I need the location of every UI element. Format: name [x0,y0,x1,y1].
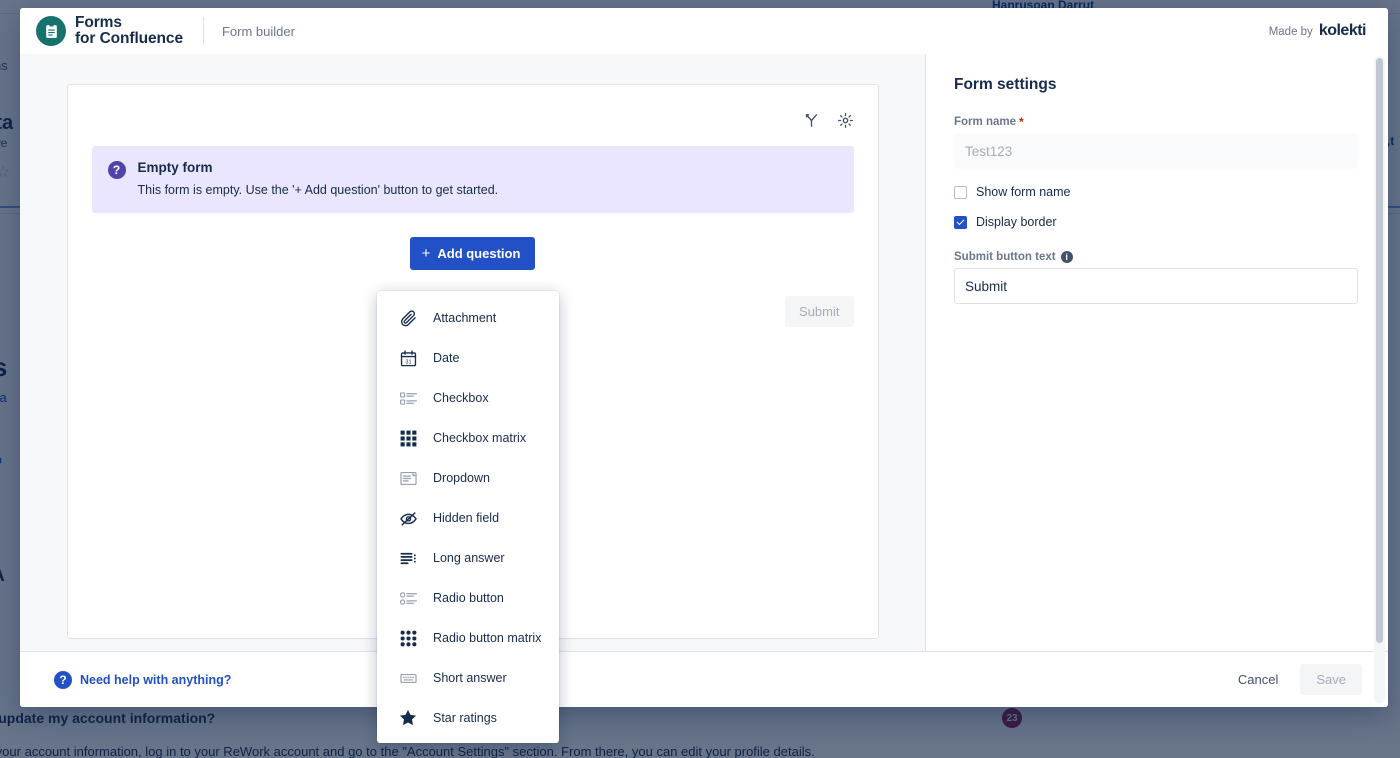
menu-item-label: Attachment [433,311,496,325]
empty-form-text: This form is empty. Use the '+ Add quest… [138,183,499,197]
forms-logo-icon [36,16,66,46]
short-answer-icon [397,669,419,688]
radio-matrix-icon [397,629,419,648]
need-help-link[interactable]: ? Need help with anything? [54,671,231,689]
app-title-line2: for Confluence [75,30,183,47]
modal-scrollbar-thumb[interactable] [1376,58,1383,643]
menu-item-label: Short answer [433,671,507,685]
menu-item-label: Radio button [433,591,504,605]
star-icon [397,708,419,728]
form-card-toolbar [92,107,854,133]
checkbox-list-icon [397,389,419,408]
show-form-name-row[interactable]: Show form name [954,185,1358,199]
menu-item-date[interactable]: 31 Date [377,338,559,378]
dropdown-icon [397,469,419,488]
svg-text:31: 31 [405,359,411,365]
app-logo: Forms for Confluence [36,15,183,48]
radio-list-icon [397,589,419,608]
question-circle-icon: ? [108,161,126,179]
paperclip-icon [397,309,419,328]
display-border-checkbox[interactable] [954,216,967,229]
display-border-row[interactable]: Display border [954,215,1358,229]
menu-item-label: Star ratings [433,711,497,725]
form-name-label-text: Form name [954,116,1016,128]
header-subtitle: Form builder [222,24,295,39]
menu-item-dropdown[interactable]: Dropdown [377,458,559,498]
footer-actions: Cancel Save [1226,664,1362,695]
menu-item-checkbox[interactable]: Checkbox [377,378,559,418]
menu-item-label: Dropdown [433,471,490,485]
preview-submit-button[interactable]: Submit [785,296,853,327]
form-builder-modal: Forms for Confluence Form builder Made b… [20,8,1388,707]
modal-scrollbar[interactable] [1374,56,1385,703]
app-title-line1: Forms [75,14,122,31]
eye-off-icon [397,509,419,528]
menu-item-long-answer[interactable]: Long answer [377,538,559,578]
info-icon[interactable]: i [1061,251,1073,263]
menu-item-label: Checkbox [433,391,489,405]
menu-item-radio-button[interactable]: Radio button [377,578,559,618]
question-type-menu[interactable]: Attachment 31 Date Checkbox [377,291,559,743]
show-form-name-checkbox[interactable] [954,186,967,199]
form-name-label: Form name * [954,116,1358,128]
gear-icon[interactable] [837,112,854,129]
submit-button-text-input[interactable] [954,268,1358,304]
made-by-brand: kolekti [1319,22,1366,40]
submit-button-text-block: Submit button text i [954,251,1358,304]
modal-footer: ? Need help with anything? Cancel Save [20,651,1388,707]
menu-item-label: Hidden field [433,511,499,525]
required-asterisk: * [1019,116,1024,128]
app-title: Forms for Confluence [75,15,183,48]
empty-form-title: Empty form [138,160,499,175]
submit-button-text-label: Submit button text i [954,251,1358,263]
menu-item-hidden-field[interactable]: Hidden field [377,498,559,538]
need-help-label: Need help with anything? [80,673,231,687]
header-divider [203,17,204,45]
calendar-icon: 31 [397,349,419,368]
empty-form-banner: ? Empty form This form is empty. Use the… [92,146,854,213]
add-question-button[interactable]: + Add question [410,237,536,270]
menu-item-checkbox-matrix[interactable]: Checkbox matrix [377,418,559,458]
form-settings-pane: Form settings Form name * Show form name… [926,54,1388,651]
submit-button-text-label-text: Submit button text [954,251,1056,263]
add-question-row: + Add question [92,237,854,270]
menu-item-short-answer[interactable]: Short answer [377,658,559,698]
form-name-input[interactable] [954,133,1358,169]
modal-body: ? Empty form This form is empty. Use the… [20,54,1388,651]
menu-item-label: Checkbox matrix [433,431,526,445]
menu-item-star-ratings[interactable]: Star ratings [377,698,559,738]
menu-item-label: Date [433,351,459,365]
long-answer-icon [397,549,419,568]
menu-item-attachment[interactable]: Attachment [377,298,559,338]
made-by: Made by kolekti [1269,22,1366,40]
made-by-label: Made by [1269,26,1313,38]
modal-header: Forms for Confluence Form builder Made b… [20,8,1388,54]
menu-item-label: Long answer [433,551,505,565]
add-question-label: Add question [437,246,520,261]
show-form-name-label: Show form name [976,185,1070,199]
checkbox-matrix-icon [397,429,419,448]
help-circle-icon: ? [54,671,72,689]
plus-icon: + [422,246,431,261]
branch-icon[interactable] [803,112,820,129]
menu-item-label: Radio button matrix [433,631,541,645]
save-button[interactable]: Save [1300,664,1362,695]
menu-item-radio-button-matrix[interactable]: Radio button matrix [377,618,559,658]
display-border-label: Display border [976,215,1057,229]
cancel-button[interactable]: Cancel [1226,664,1290,695]
form-settings-title: Form settings [954,76,1358,94]
